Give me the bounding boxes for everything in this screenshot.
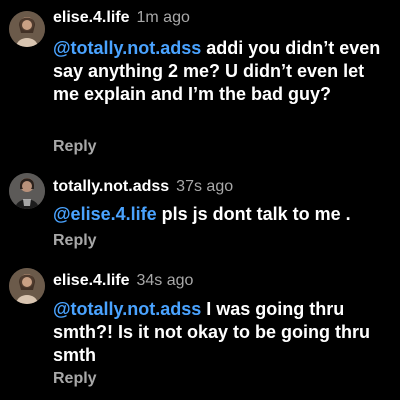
comment-text: @totally.not.adss addi you didn’t even s… <box>53 37 393 106</box>
reply-button[interactable]: Reply <box>53 369 97 389</box>
reply-button[interactable]: Reply <box>53 137 97 157</box>
username[interactable]: elise.4.life <box>53 272 130 289</box>
comment-text: @elise.4.life pls js dont talk to me . <box>53 203 393 226</box>
comment-meta: elise.4.life 34s ago <box>53 270 193 292</box>
comment-meta: elise.4.life 1m ago <box>53 7 190 29</box>
profile-photo-icon[interactable] <box>9 173 45 209</box>
comment-meta: totally.not.adss 37s ago <box>53 176 233 198</box>
comment-message: pls js dont talk to me . <box>156 204 351 224</box>
timestamp: 37s ago <box>176 178 234 195</box>
timestamp: 1m ago <box>136 9 190 26</box>
username[interactable]: elise.4.life <box>53 9 130 26</box>
mention-link[interactable]: @totally.not.adss <box>53 299 201 319</box>
reply-button[interactable]: Reply <box>53 231 97 251</box>
mention-link[interactable]: @elise.4.life <box>53 204 157 224</box>
timestamp: 34s ago <box>136 272 194 289</box>
comment-text: @totally.not.adss I was going thru smth?… <box>53 298 393 367</box>
profile-photo-icon[interactable] <box>9 11 45 47</box>
profile-photo-icon[interactable] <box>9 268 45 304</box>
mention-link[interactable]: @totally.not.adss <box>53 38 201 58</box>
username[interactable]: totally.not.adss <box>53 178 169 195</box>
